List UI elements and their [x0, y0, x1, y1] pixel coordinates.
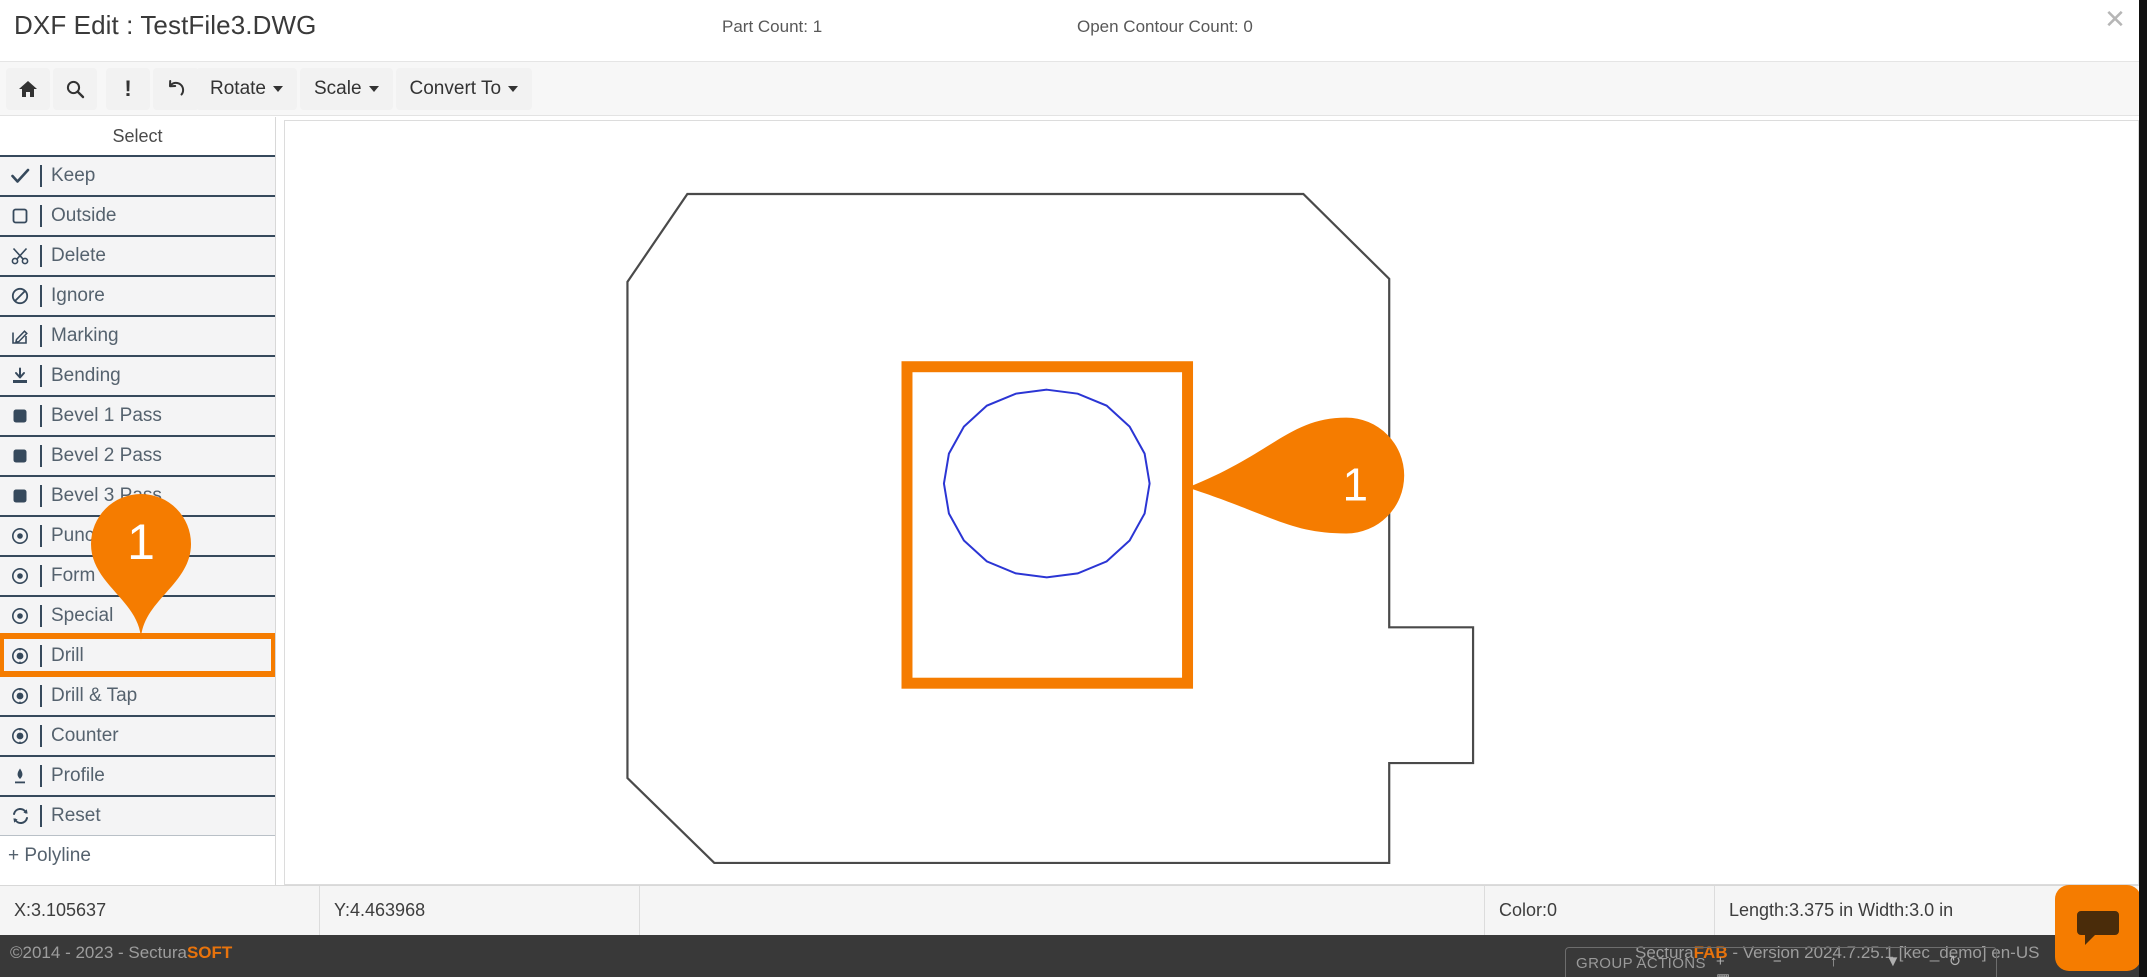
- rotate-menu-button[interactable]: Rotate: [196, 68, 297, 110]
- no-entry-icon: [0, 287, 40, 305]
- status-y: Y:4.463968: [320, 886, 640, 935]
- check-icon: [0, 168, 40, 184]
- sidebar-item-label: Counter: [42, 725, 119, 747]
- sidebar-item-label: Ignore: [42, 285, 105, 307]
- sidebar-item-add-polyline[interactable]: + Polyline: [0, 835, 275, 875]
- window-scrollbar[interactable]: [2139, 0, 2147, 977]
- dxf-canvas[interactable]: 1: [284, 120, 2139, 885]
- group-actions-icons: + − ↑ ▼ ↻ ▦: [1716, 952, 1996, 977]
- part-count-label: Part Count: 1: [722, 17, 822, 37]
- selection-rectangle: [907, 367, 1188, 683]
- rotate-label: Rotate: [210, 78, 266, 100]
- sidebar-item-label: Bevel 2 Pass: [42, 445, 162, 467]
- target-dot-icon: [0, 567, 40, 585]
- target-dot-icon: [0, 527, 40, 545]
- convert-to-menu-button[interactable]: Convert To: [396, 68, 533, 110]
- pencil-square-icon: [0, 327, 40, 345]
- toolbar-group-edit: !: [106, 68, 202, 110]
- chevron-down-icon: [508, 86, 518, 92]
- sidebar-header: Select: [0, 117, 275, 155]
- page-title: DXF Edit : TestFile3.DWG: [14, 10, 316, 41]
- sidebar-item-form[interactable]: Form: [0, 555, 275, 595]
- open-contour-count-label: Open Contour Count: 0: [1077, 17, 1253, 37]
- scale-menu-button[interactable]: Scale: [300, 68, 393, 110]
- part-drawing: 1: [285, 121, 2138, 884]
- sidebar-item-label: Drill & Tap: [42, 685, 137, 707]
- alert-icon[interactable]: !: [106, 68, 150, 110]
- sidebar-item-special[interactable]: Special: [0, 595, 275, 635]
- sidebar-item-label: Marking: [42, 325, 119, 347]
- sidebar-item-delete[interactable]: Delete: [0, 235, 275, 275]
- drill-hole-polygon: [944, 390, 1150, 578]
- filled-square-icon: [0, 448, 40, 464]
- sidebar-item-marking[interactable]: Marking: [0, 315, 275, 355]
- status-x: X:3.105637: [0, 886, 320, 935]
- sidebar-item-label: Keep: [42, 165, 95, 187]
- bend-icon: [0, 367, 40, 385]
- sidebar-item-profile[interactable]: Profile: [0, 755, 275, 795]
- filled-square-icon: [0, 408, 40, 424]
- sidebar-item-keep[interactable]: Keep: [0, 155, 275, 195]
- status-color: Color:0: [1485, 886, 1715, 935]
- select-sidebar: Select Keep Outside Delete Ignore: [0, 117, 276, 885]
- sidebar-item-ignore[interactable]: Ignore: [0, 275, 275, 315]
- target-dot-icon: [0, 607, 40, 625]
- convert-to-label: Convert To: [410, 78, 502, 100]
- sidebar-item-drill[interactable]: Drill: [0, 635, 275, 675]
- chat-bubble-icon[interactable]: [2055, 885, 2141, 971]
- sidebar-item-label: Profile: [42, 765, 105, 787]
- sidebar-item-punch[interactable]: Punch: [0, 515, 275, 555]
- sidebar-item-label: Bevel 3 Pass: [42, 485, 162, 507]
- status-spacer: [640, 886, 1485, 935]
- filled-square-icon: [0, 488, 40, 504]
- sidebar-item-label: Reset: [42, 805, 101, 827]
- sidebar-item-bending[interactable]: Bending: [0, 355, 275, 395]
- status-bar: X:3.105637 Y:4.463968 Color:0 Length:3.3…: [0, 885, 2147, 935]
- toolbar-group-view: [6, 68, 100, 110]
- square-icon: [0, 208, 40, 224]
- sidebar-item-outside[interactable]: Outside: [0, 195, 275, 235]
- sidebar-item-drill-and-tap[interactable]: Drill & Tap: [0, 675, 275, 715]
- sidebar-item-label: Form: [42, 565, 95, 587]
- home-icon[interactable]: [6, 68, 50, 110]
- chevron-down-icon: [369, 86, 379, 92]
- refresh-icon: [0, 807, 40, 825]
- app-footer: ©2014 - 2023 - SecturaSOFT SecturaFAB - …: [0, 935, 2147, 977]
- group-actions-bar[interactable]: GROUP ACTIONS + − ↑ ▼ ↻ ▦: [1565, 947, 1997, 977]
- sidebar-item-label: Punch: [42, 525, 105, 547]
- scale-label: Scale: [314, 78, 362, 100]
- sidebar-item-label: Special: [42, 605, 113, 627]
- sidebar-item-counter[interactable]: Counter: [0, 715, 275, 755]
- scissors-icon: [0, 247, 40, 265]
- sidebar-item-label: Bevel 1 Pass: [42, 405, 162, 427]
- dxf-edit-app: DXF Edit : TestFile3.DWG Part Count: 1 O…: [0, 0, 2147, 977]
- sidebar-item-label: Drill: [42, 645, 84, 667]
- sidebar-item-reset[interactable]: Reset: [0, 795, 275, 835]
- annotation-callout-canvas: 1: [1188, 418, 1405, 534]
- brand-suffix: SOFT: [187, 943, 232, 962]
- sidebar-item-label: Bending: [42, 365, 121, 387]
- drill-dot-icon: [0, 647, 40, 665]
- sidebar-item-label: Outside: [42, 205, 116, 227]
- modal-titlebar: DXF Edit : TestFile3.DWG Part Count: 1 O…: [0, 0, 2147, 62]
- editor-toolbar: ! Rotate Scale Convert To TestFile3.DWG: [0, 62, 2147, 116]
- sidebar-item-bevel-2-pass[interactable]: Bevel 2 Pass: [0, 435, 275, 475]
- close-icon[interactable]: ✕: [2102, 8, 2128, 34]
- copyright-text: ©2014 - 2023 - SecturaSOFT: [10, 943, 232, 963]
- sidebar-item-bevel-3-pass[interactable]: Bevel 3 Pass: [0, 475, 275, 515]
- chevron-down-icon: [273, 86, 283, 92]
- sidebar-item-bevel-1-pass[interactable]: Bevel 1 Pass: [0, 395, 275, 435]
- drill-dot-icon: [0, 687, 40, 705]
- sidebar-item-label: Delete: [42, 245, 106, 267]
- undo-icon[interactable]: [153, 68, 199, 110]
- toolbar-group-transform: Rotate Scale Convert To: [196, 68, 535, 110]
- torch-icon: [0, 767, 40, 785]
- search-icon[interactable]: [53, 68, 97, 110]
- annotation-callout-number: 1: [1343, 459, 1369, 511]
- drill-dot-icon: [0, 727, 40, 745]
- group-actions-label: GROUP ACTIONS: [1576, 955, 1706, 972]
